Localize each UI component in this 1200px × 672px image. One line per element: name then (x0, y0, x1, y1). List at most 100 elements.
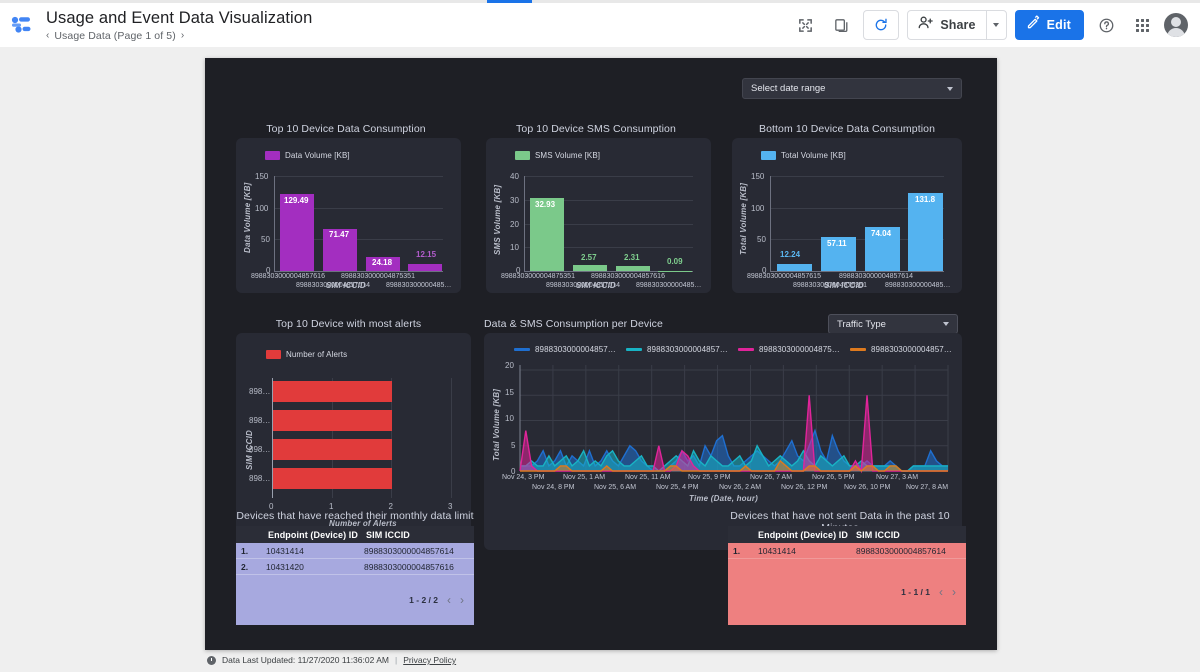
bar[interactable] (408, 263, 442, 271)
y-axis-line (770, 176, 771, 271)
breadcrumb: ‹ Usage Data (Page 1 of 5) › (46, 30, 312, 42)
pagination-label: 1 - 1 / 1 (901, 587, 930, 597)
refresh-button[interactable] (863, 10, 900, 40)
edit-button[interactable]: Edit (1014, 10, 1084, 40)
column-header[interactable]: SIM ICCID (856, 530, 900, 540)
chevron-left-icon[interactable]: ‹ (939, 586, 943, 598)
y-tick: 100 (255, 203, 269, 213)
table-title-monthly-limit: Devices that have reached their monthly … (236, 510, 474, 522)
share-button[interactable]: Share (908, 11, 985, 39)
date-range-label: Select date range (751, 83, 826, 94)
legend-label: Total Volume [KB] (781, 151, 846, 160)
bar[interactable] (908, 192, 943, 271)
x-tick: Nov 25, 4 PM (656, 484, 699, 491)
bar-value-label: 32.93 (535, 200, 556, 209)
clock-icon (207, 655, 216, 665)
table-header-no-data-10min: Endpoint (Device) ID SIM ICCID (728, 526, 966, 543)
bar[interactable] (616, 265, 650, 271)
x-tick: Nov 26, 2 AM (719, 484, 762, 491)
chevron-right-icon[interactable]: › (460, 594, 464, 606)
breadcrumb-label[interactable]: Usage Data (Page 1 of 5) (54, 30, 175, 42)
bar[interactable] (273, 410, 393, 431)
x-tick: 898830300000485… (386, 282, 452, 289)
table-row[interactable]: 1. 10431414 8988303000004857614 (236, 543, 474, 559)
chevron-left-icon[interactable]: ‹ (447, 594, 451, 606)
chevron-right-icon[interactable]: › (952, 586, 956, 598)
x-tick: Nov 26, 5 PM (812, 474, 855, 481)
table-row[interactable]: 1. 10431414 8988303000004857614 (728, 543, 966, 559)
copy-icon[interactable] (827, 11, 855, 39)
bar[interactable] (280, 194, 314, 271)
fullscreen-icon[interactable] (791, 11, 819, 39)
cell-sim-iccid: 8988303000004857616 (364, 561, 454, 572)
x-tick: 8988303000004875351 (501, 273, 575, 280)
x-tick: 8988303000004875351 (341, 273, 415, 280)
bar-value-label: 57.11 (827, 239, 847, 248)
chart-title-top10-alerts: Top 10 Device with most alerts (275, 318, 422, 330)
column-header[interactable]: SIM ICCID (366, 530, 410, 540)
y-tick: 50 (261, 235, 270, 245)
y-tick: 30 (510, 195, 519, 205)
share-dropdown-caret[interactable] (985, 11, 1006, 39)
chart-title-consumption-per-device: Data & SMS Consumption per Device (484, 318, 663, 330)
pencil-icon (1026, 15, 1041, 35)
y-axis-line (274, 176, 275, 271)
chart-card-top10-data: Data Volume [KB] Data Volume [KB] 150 10… (236, 138, 461, 293)
y-tick: 100 (751, 203, 765, 213)
avatar[interactable] (1164, 13, 1188, 37)
bar[interactable] (530, 198, 564, 271)
x-axis-line (770, 271, 944, 272)
breadcrumb-prev-icon[interactable]: ‹ (46, 30, 49, 41)
gridline (451, 378, 452, 498)
bar[interactable] (273, 381, 393, 402)
x-tick: 8988303000004857616 (591, 273, 665, 280)
cell-endpoint-id: 10431414 (758, 545, 796, 556)
x-axis-line (274, 271, 443, 272)
x-tick: Nov 27, 3 AM (876, 474, 919, 481)
y-tick: 10 (510, 243, 519, 253)
bar-value-label: 12.15 (416, 250, 437, 259)
edit-label: Edit (1046, 18, 1071, 32)
apps-grid-icon[interactable] (1128, 11, 1156, 39)
help-circle-icon[interactable] (1092, 11, 1120, 39)
bar-value-label: 131.8 (915, 195, 936, 204)
y-axis-title: SMS Volume [KB] (493, 184, 502, 255)
y-axis-title: Data Volume [KB] (243, 182, 252, 253)
row-index: 2. (241, 561, 249, 572)
bar-value-label: 2.57 (581, 253, 597, 262)
x-tick: Nov 25, 9 PM (688, 474, 731, 481)
chart-legend: Number of Alerts (266, 350, 347, 359)
chart-title-top10-sms: Top 10 Device SMS Consumption (516, 123, 676, 135)
chart-card-bottom10-data: Total Volume [KB] Total Volume [KB] 150 … (732, 138, 962, 293)
bar[interactable] (658, 270, 692, 272)
x-tick: Nov 25, 6 AM (594, 484, 637, 491)
date-range-selector[interactable]: Select date range (742, 78, 962, 99)
row-index: 1. (241, 545, 249, 556)
bar[interactable] (573, 265, 607, 271)
y-axis-line (524, 176, 525, 271)
x-tick: 8988303000004857614 (839, 273, 913, 280)
y-tick: 898… (249, 445, 271, 454)
footer: Data Last Updated: 11/27/2020 11:36:02 A… (207, 655, 456, 665)
privacy-policy-link[interactable]: Privacy Policy (403, 655, 456, 665)
y-tick: 898… (249, 474, 271, 483)
x-tick: 898830300000485… (636, 282, 702, 289)
person-add-icon (917, 14, 934, 36)
x-axis-title: SIM ICCID (824, 281, 865, 290)
table-row[interactable]: 2. 10431420 8988303000004857616 (236, 559, 474, 575)
breadcrumb-next-icon[interactable]: › (181, 30, 184, 41)
x-tick: Nov 26, 7 AM (750, 474, 793, 481)
x-axis-title: SIM ICCID (326, 281, 367, 290)
column-header[interactable]: Endpoint (Device) ID (268, 530, 366, 540)
pagination-label: 1 - 2 / 2 (409, 595, 438, 605)
traffic-type-selector[interactable]: Traffic Type (828, 314, 958, 334)
legend-label: SMS Volume [KB] (535, 151, 601, 160)
row-index: 1. (733, 545, 741, 556)
bar[interactable] (777, 263, 812, 271)
gridline (770, 176, 944, 177)
table-header-monthly-limit: Endpoint (Device) ID SIM ICCID (236, 526, 474, 543)
bar[interactable] (273, 468, 393, 489)
column-header[interactable]: Endpoint (Device) ID (758, 530, 856, 540)
report-canvas: Select date range Top 10 Device Data Con… (205, 58, 997, 650)
bar[interactable] (273, 439, 393, 460)
